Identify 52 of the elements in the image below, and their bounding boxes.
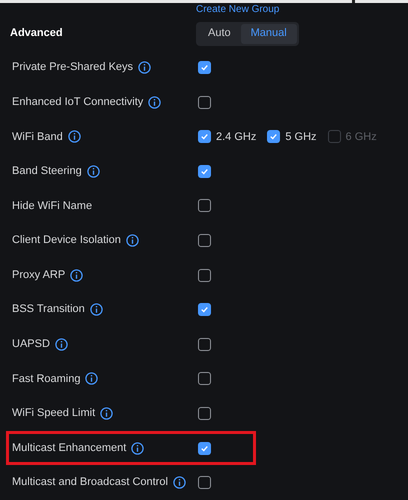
checkbox[interactable] <box>198 442 211 455</box>
info-icon[interactable] <box>54 338 68 351</box>
checkbox[interactable] <box>267 130 280 144</box>
info-icon[interactable] <box>68 130 81 144</box>
band-label: 2.4 GHz <box>216 130 256 145</box>
info-icon[interactable] <box>148 96 162 109</box>
setting-label: Band Steering <box>12 164 82 180</box>
info-icon[interactable] <box>126 234 139 248</box>
create-group-link[interactable]: Create New Group <box>196 4 280 16</box>
checkmark-icon <box>200 166 209 176</box>
mode-tab[interactable]: Auto <box>198 24 241 44</box>
info-icon[interactable] <box>172 476 186 490</box>
setting-label: WiFi Band <box>12 130 63 145</box>
band-label: 5 GHz <box>285 130 317 145</box>
info-icon[interactable] <box>85 372 98 386</box>
checkbox[interactable] <box>198 96 211 109</box>
checkbox[interactable] <box>198 199 211 212</box>
checkmark-icon <box>200 305 209 314</box>
checkbox[interactable] <box>198 407 211 420</box>
checkbox[interactable] <box>198 130 211 144</box>
checkbox[interactable] <box>198 268 211 282</box>
checkmark-icon <box>269 132 278 142</box>
checkbox[interactable] <box>198 303 211 316</box>
info-icon[interactable] <box>138 61 152 74</box>
setting-label: Hide WiFi Name <box>12 198 92 214</box>
mode-tab[interactable]: Manual <box>240 24 297 44</box>
info-icon[interactable] <box>86 164 100 178</box>
setting-label: BSS Transition <box>12 302 85 318</box>
info-icon[interactable] <box>90 303 103 316</box>
setting-label: Proxy ARP <box>12 268 66 283</box>
info-icon[interactable] <box>70 268 84 282</box>
band-label: 6 GHz <box>346 130 377 145</box>
checkbox[interactable] <box>198 61 211 74</box>
checkbox[interactable] <box>198 372 211 386</box>
checkbox[interactable] <box>198 476 211 490</box>
checkbox[interactable] <box>198 164 211 178</box>
setting-label: Private Pre-Shared Keys <box>12 60 134 76</box>
setting-label: UAPSD <box>12 337 50 352</box>
checkbox[interactable] <box>198 234 211 248</box>
setting-label: Multicast and Broadcast Control <box>12 475 168 490</box>
info-icon[interactable] <box>100 407 114 420</box>
setting-label: Fast Roaming <box>12 372 80 387</box>
section-title: Advanced <box>10 26 64 42</box>
setting-label: Client Device Isolation <box>12 233 121 248</box>
setting-label: Multicast Enhancement <box>12 440 126 456</box>
checkmark-icon <box>200 63 209 72</box>
setting-label: Enhanced IoT Connectivity <box>12 94 144 110</box>
info-icon[interactable] <box>131 442 144 455</box>
checkbox[interactable] <box>198 338 211 351</box>
checkmark-icon <box>200 444 209 453</box>
checkmark-icon <box>200 132 209 142</box>
setting-label: WiFi Speed Limit <box>12 406 96 422</box>
